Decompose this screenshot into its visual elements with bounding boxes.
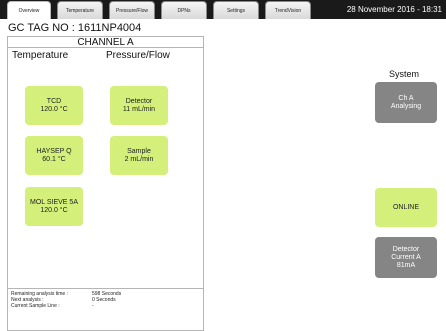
sample-line-line: Current Sample Line : - — [11, 303, 203, 309]
tab-overview[interactable]: Overview — [7, 1, 51, 19]
system-label: System — [389, 69, 420, 79]
sample-flow-tile[interactable]: Sample 2 mL/min — [110, 136, 168, 175]
pressure-flow-header: Pressure/Flow — [106, 50, 170, 61]
channel-a-panel: CHANNEL A Temperature Pressure/Flow TCD 1… — [7, 36, 204, 331]
tile-text: Sample 2 mL/min — [124, 147, 154, 163]
online-status-tile[interactable]: ONLINE — [375, 188, 437, 227]
haysep-q-temperature-tile[interactable]: HAYSEP Q 60.1 °C — [25, 136, 83, 175]
tab-pressure-flow[interactable]: Pressure/Flow — [109, 1, 155, 19]
sample-line-value: - — [92, 303, 94, 309]
channel-title: CHANNEL A — [8, 37, 203, 48]
channel-a-state-tile[interactable]: Ch A Analysing — [375, 82, 437, 123]
tile-text: MOL SIEVE 5A 120.0 °C — [30, 198, 78, 214]
analysis-status: Remaining analysis time : 598 Seconds Ne… — [8, 288, 203, 330]
temperature-header: Temperature — [12, 50, 69, 61]
mol-sieve-temperature-tile[interactable]: MOL SIEVE 5A 120.0 °C — [25, 187, 83, 226]
tab-dpns[interactable]: DPNs — [161, 1, 207, 19]
detector-flow-tile[interactable]: Detector 11 mL/min — [110, 86, 168, 125]
sample-line-label: Current Sample Line : — [11, 303, 60, 309]
tile-text: HAYSEP Q 60.1 °C — [36, 147, 72, 163]
tile-text: TCD 120.0 °C — [40, 97, 68, 113]
tab-settings[interactable]: Settings — [213, 1, 259, 19]
tile-text: Detector 11 mL/min — [122, 97, 156, 113]
datetime-display: 28 November 2016 - 18:31 — [346, 5, 442, 14]
tab-temperature[interactable]: Temperature — [57, 1, 103, 19]
gc-tag-number: GC TAG NO : 1611NP4004 — [8, 22, 142, 34]
tab-trendvision[interactable]: TrendVision — [265, 1, 311, 19]
detector-current-tile[interactable]: Detector Current A 81mA — [375, 237, 437, 278]
top-bar: Overview Temperature Pressure/Flow DPNs … — [0, 0, 446, 19]
tcd-temperature-tile[interactable]: TCD 120.0 °C — [25, 86, 83, 125]
